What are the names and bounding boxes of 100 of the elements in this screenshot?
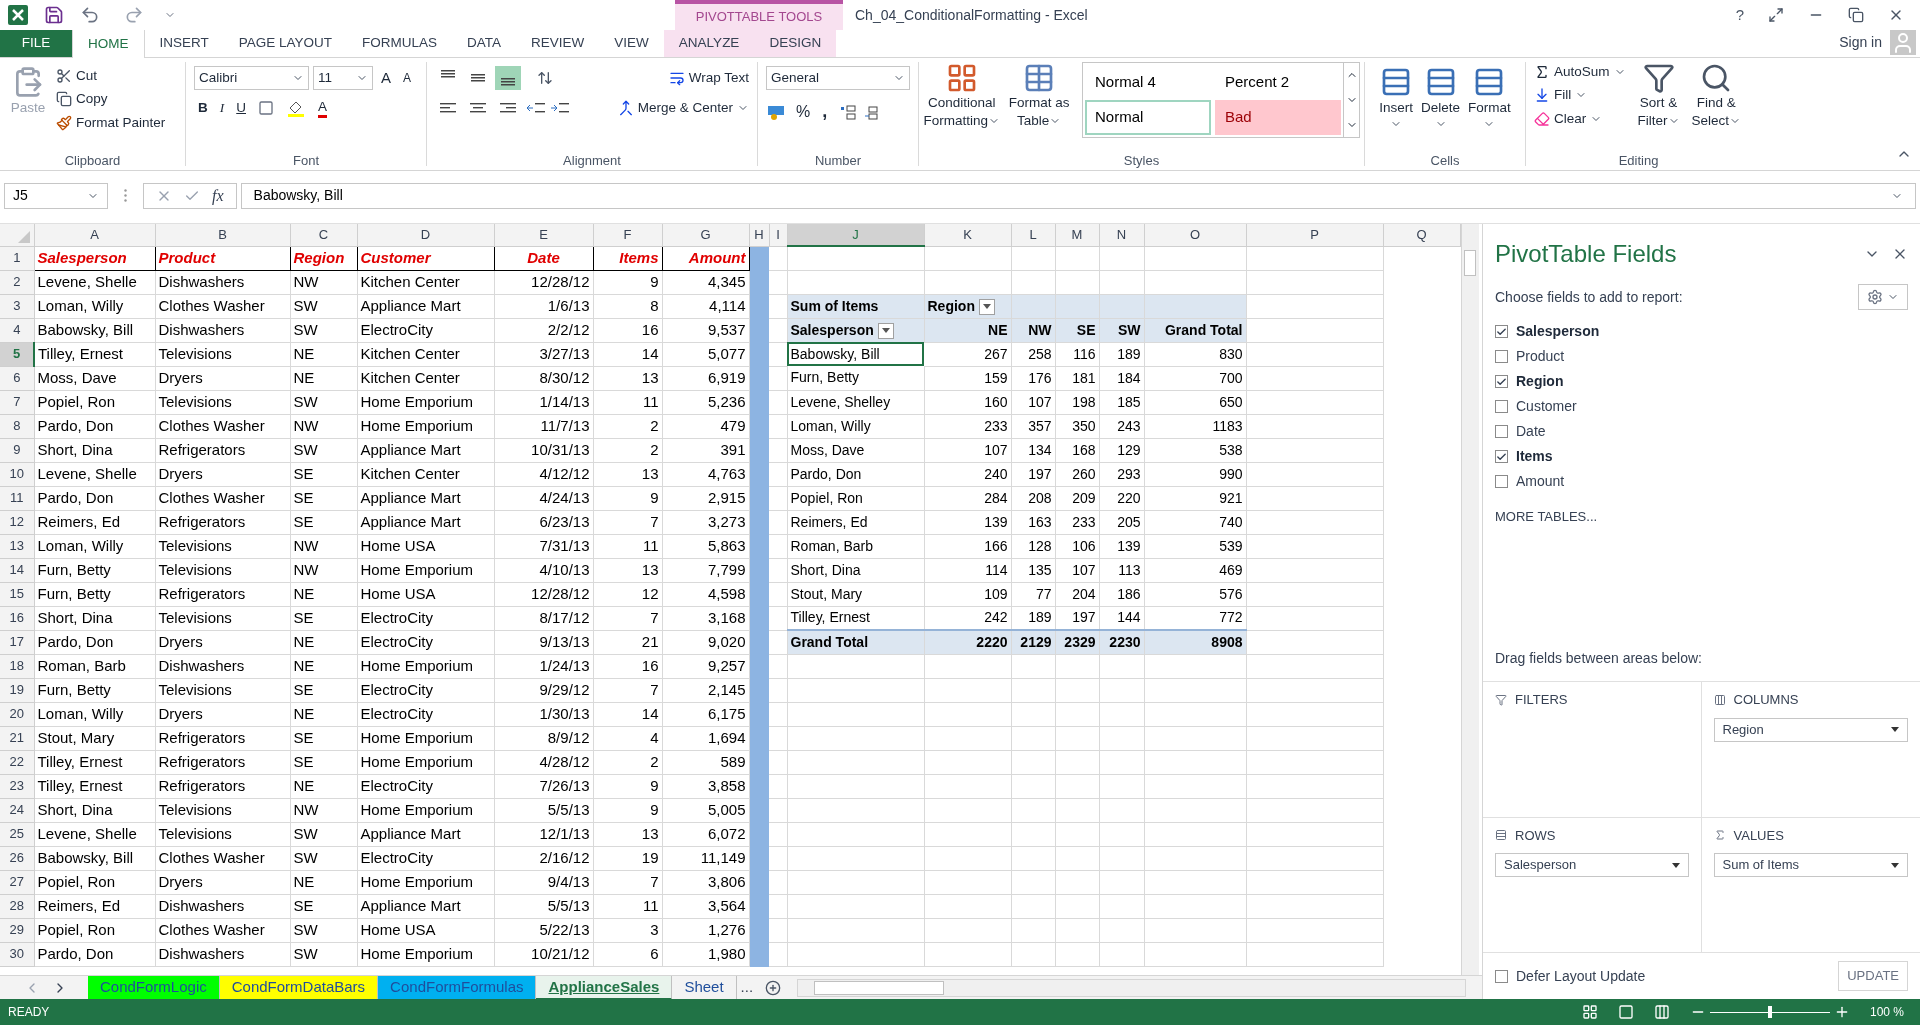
row-header[interactable]: 21 [0,726,34,750]
field-checkbox[interactable] [1495,400,1508,413]
row-header[interactable]: 25 [0,822,34,846]
area-field-dropdown[interactable]: Region [1713,717,1908,742]
conditional-formatting-button[interactable]: Conditional Formatting [923,62,1001,130]
fill-color-icon[interactable] [286,99,306,118]
wrap-text-button[interactable]: Wrap Text [668,67,749,89]
sort-filter-button[interactable]: Sort & Filter [1637,62,1680,151]
settings-button[interactable] [1858,284,1908,310]
area-field-dropdown[interactable]: Salesperson [1495,853,1689,877]
row-header[interactable]: 20 [0,702,34,726]
column-header[interactable]: D [357,224,494,246]
borders-icon[interactable] [258,100,274,117]
grow-font-button[interactable]: A [377,66,395,90]
formula-field[interactable]: Babowsky, Bill [240,182,1916,209]
more-tables-link[interactable]: MORE TABLES... [1483,507,1920,527]
field-label[interactable]: Customer [1516,396,1577,417]
cells-button[interactable]: Format [1468,66,1511,151]
percent-button[interactable]: % [796,99,811,124]
horizontal-scrollbar[interactable] [797,978,1466,997]
row-header[interactable]: 11 [0,486,34,510]
row-header[interactable]: 4 [0,318,34,342]
vertical-scrollbar[interactable] [1460,224,1479,975]
row-header[interactable]: 26 [0,846,34,870]
row-header[interactable]: 10 [0,462,34,486]
row-header[interactable]: 28 [0,894,34,918]
row-header[interactable]: 17 [0,630,34,654]
ribbon-tab[interactable]: DESIGN [754,29,837,57]
page-layout-icon[interactable] [1617,1004,1634,1020]
column-header[interactable]: G [662,224,749,246]
save-icon[interactable] [44,5,64,25]
pivot-cell[interactable]: Babowsky, Bill [787,342,924,366]
field-label[interactable]: Product [1516,346,1565,367]
ribbon-tab[interactable]: HOME [72,29,145,58]
cell-style[interactable]: Bad [1215,100,1341,135]
sign-in-link[interactable]: Sign in [1839,31,1882,53]
field-checkbox[interactable] [1495,375,1508,388]
row-header[interactable]: 27 [0,870,34,894]
shrink-font-button[interactable]: A [399,69,416,87]
column-header[interactable]: H [749,224,769,246]
ribbon-tab[interactable]: FORMULAS [347,29,453,57]
cut-button[interactable]: Cut [56,66,166,87]
zoom-slider[interactable] [1709,1006,1830,1018]
row-header[interactable]: 5 [0,342,34,366]
normal-view-icon[interactable] [1581,1004,1598,1020]
italic-button[interactable]: I [219,98,225,119]
column-header[interactable]: B [155,224,290,246]
undo-icon[interactable] [80,5,100,25]
row-header[interactable]: 3 [0,294,34,318]
row-header[interactable]: 2 [0,270,34,294]
row-header[interactable]: 6 [0,366,34,390]
row-header[interactable]: 15 [0,582,34,606]
row-header[interactable]: 14 [0,558,34,582]
font-name-field[interactable]: Calibri [194,66,309,90]
column-header[interactable]: F [593,224,662,246]
ribbon-tab[interactable]: DATA [452,29,517,57]
defer-label[interactable]: Defer Layout Update [1516,965,1646,987]
number-format-field[interactable]: General [766,66,910,90]
page-break-icon[interactable] [1653,1004,1670,1020]
zoom-thumb[interactable] [1767,1006,1772,1018]
orientation-icon[interactable] [537,70,553,86]
row-header[interactable]: 19 [0,678,34,702]
format-as-table-button[interactable]: Format as Table [1004,62,1074,130]
help-button[interactable]: ? [1735,3,1744,27]
column-header[interactable]: K [924,224,1011,246]
insert-function-button[interactable]: fx [212,183,224,208]
area-field-dropdown[interactable]: Sum of Items [1713,853,1908,877]
row-header[interactable]: 13 [0,534,34,558]
restore-icon[interactable] [1848,7,1864,23]
field-label[interactable]: Amount [1516,471,1565,492]
merge-center-button[interactable]: Merge & Center [617,98,749,119]
row-header[interactable]: 29 [0,918,34,942]
column-header[interactable]: N [1099,224,1144,246]
copy-button[interactable]: Copy [56,89,166,110]
format-painter-button[interactable]: Format Painter [56,112,166,133]
field-label[interactable]: Salesperson [1516,321,1600,342]
clear-button[interactable]: Clear [1534,108,1626,129]
row-header[interactable]: 23 [0,774,34,798]
cell-style[interactable]: Normal [1085,100,1211,135]
column-header[interactable]: L [1011,224,1055,246]
bold-button[interactable]: B [198,98,208,119]
cells-button[interactable]: Delete [1421,66,1460,151]
row-header[interactable]: 22 [0,750,34,774]
column-header[interactable]: P [1246,224,1383,246]
column-header[interactable]: A [34,224,155,246]
field-checkbox[interactable] [1495,325,1508,338]
comma-button[interactable]: , [818,98,832,125]
row-header[interactable]: 12 [0,510,34,534]
field-label[interactable]: Region [1516,371,1564,392]
vertical-align-button[interactable] [495,66,521,90]
underline-button[interactable]: U [236,98,246,119]
field-checkbox[interactable] [1495,450,1508,463]
ribbon-display-icon[interactable] [1768,7,1784,23]
zoom-reading[interactable]: 100 % [1869,1003,1904,1021]
column-header[interactable]: C [290,224,357,246]
field-label[interactable]: Items [1516,446,1553,467]
row-header[interactable]: 1 [0,246,34,270]
ribbon-tab[interactable]: FILE [0,29,72,57]
name-box[interactable]: J5 [4,182,108,209]
sheet-tab[interactable]: CondFormDataBars [219,975,379,999]
